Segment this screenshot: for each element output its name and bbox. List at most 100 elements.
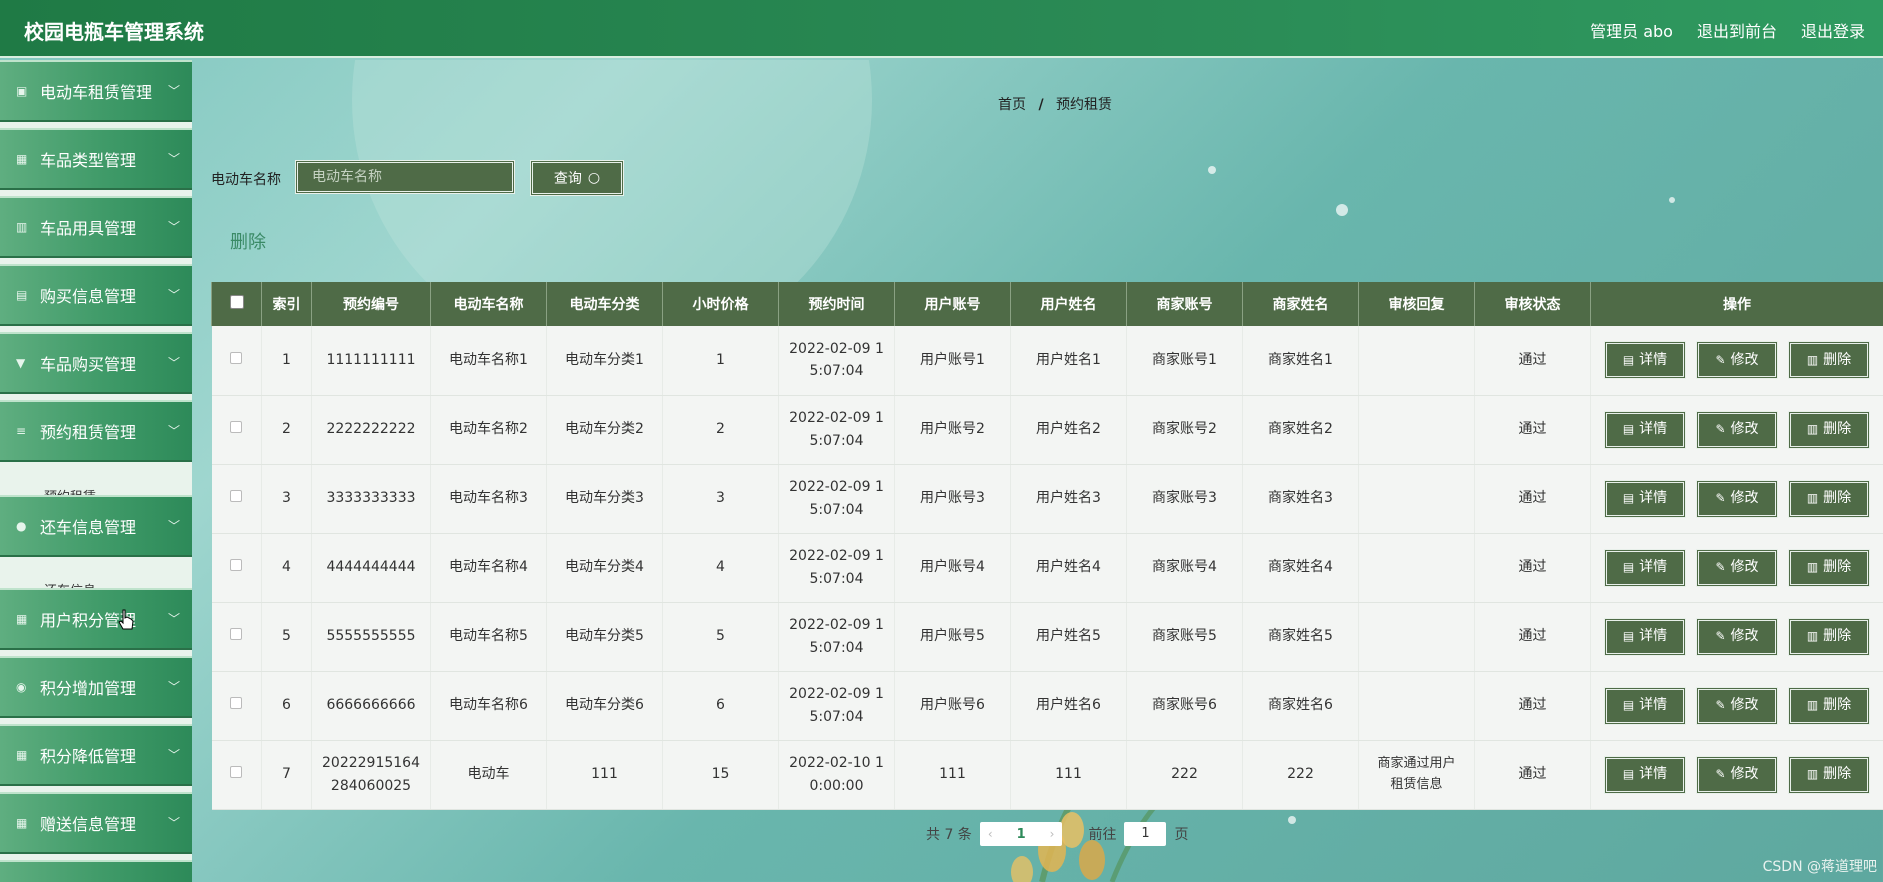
delete-button[interactable]: ▥ 删除 xyxy=(1788,755,1870,794)
row-checkbox[interactable] xyxy=(211,533,262,603)
edit-label: 修改 xyxy=(1730,352,1759,369)
current-page[interactable]: 1 xyxy=(1017,827,1026,842)
select-all-checkbox[interactable] xyxy=(211,282,262,326)
cell-time: 2022-02-09 1 5:07:04 xyxy=(778,602,895,672)
cell-ebike-name: 电动车名称1 xyxy=(430,326,547,396)
chevron-down-icon: ﹀ xyxy=(167,612,180,626)
detail-button[interactable]: ▤ 详情 xyxy=(1604,341,1686,380)
cell-merchant-account: 商家账号2 xyxy=(1126,395,1243,465)
sidebar-item-reservation[interactable]: ≡ 预约租赁管理 ﹀ xyxy=(0,400,192,462)
table-row: 2 2222222222 电动车名称2 电动车分类2 2 2022-02-09 1 5:07… xyxy=(211,395,1883,465)
row-checkbox[interactable] xyxy=(211,602,262,672)
search-input[interactable] xyxy=(295,160,515,194)
detail-button[interactable]: ▤ 详情 xyxy=(1604,755,1686,794)
cell-code: 3333333333 xyxy=(311,464,431,534)
edit-button[interactable]: ✎ 修改 xyxy=(1696,479,1778,518)
row-checkbox[interactable] xyxy=(211,740,262,810)
edit-button[interactable]: ✎ 修改 xyxy=(1696,617,1778,656)
cell-user-account: 用户账号6 xyxy=(894,671,1011,741)
table-row: 5 5555555555 电动车名称5 电动车分类5 5 2022-02-09 1 5:07… xyxy=(211,602,1883,672)
delete-label: 删除 xyxy=(1823,628,1852,645)
cell-time: 2022-02-09 1 5:07:04 xyxy=(778,395,895,465)
edit-button[interactable]: ✎ 修改 xyxy=(1696,341,1778,380)
breadcrumb-home[interactable]: 首页 xyxy=(998,97,1026,113)
cell-price: 1 xyxy=(662,326,779,396)
edit-button[interactable]: ✎ 修改 xyxy=(1696,686,1778,725)
chevron-down-icon: ﹀ xyxy=(167,816,180,830)
row-checkbox[interactable] xyxy=(211,464,262,534)
cell-merchant-name: 商家姓名3 xyxy=(1242,464,1359,534)
detail-button[interactable]: ▤ 详情 xyxy=(1604,410,1686,449)
cell-reply-line1: 商家通过用户 xyxy=(1377,755,1456,771)
list-icon: ≡ xyxy=(16,424,27,438)
sidebar-item-accessories[interactable]: ▥ 车品用具管理 ﹀ xyxy=(0,196,192,258)
row-checkbox[interactable] xyxy=(211,671,262,741)
batch-delete-button[interactable]: 删除 xyxy=(230,228,266,254)
cell-merchant-account: 商家账号5 xyxy=(1126,602,1243,672)
edit-button[interactable]: ✎ 修改 xyxy=(1696,410,1778,449)
cell-user-account: 用户账号3 xyxy=(894,464,1011,534)
edit-button[interactable]: ✎ 修改 xyxy=(1696,548,1778,587)
delete-button[interactable]: ▥ 删除 xyxy=(1788,548,1870,587)
exit-to-front-link[interactable]: 退出到前台 xyxy=(1697,18,1777,42)
cell-ebike-name: 电动车名称5 xyxy=(430,602,547,672)
detail-button[interactable]: ▤ 详情 xyxy=(1604,548,1686,587)
row-checkbox[interactable] xyxy=(211,326,262,396)
chevron-down-icon: ﹀ xyxy=(167,519,180,533)
next-page-icon[interactable]: › xyxy=(1050,827,1055,841)
col-header: 用户账号 xyxy=(894,282,1011,326)
col-header: 商家账号 xyxy=(1126,282,1243,326)
detail-button[interactable]: ▤ 详情 xyxy=(1604,617,1686,656)
chevron-down-icon: ﹀ xyxy=(167,748,180,762)
logout-link[interactable]: 退出登录 xyxy=(1801,18,1865,42)
sidebar-item-return[interactable]: ● 还车信息管理 ﹀ xyxy=(0,495,192,557)
cell-review-status: 通过 xyxy=(1474,326,1591,396)
sidebar-item-user-points[interactable]: ▦ 用户积分管理 ﹀ xyxy=(0,588,192,650)
row-checkbox[interactable] xyxy=(211,395,262,465)
cell-time-line2: 5:07:04 xyxy=(809,432,864,449)
cell-merchant-name: 商家姓名6 xyxy=(1242,671,1359,741)
sidebar-item-ebike-rental[interactable]: ▣ 电动车租赁管理 ﹀ xyxy=(0,60,192,122)
cell-index: 3 xyxy=(261,464,312,534)
document-icon: ▤ xyxy=(1622,490,1635,505)
detail-label: 详情 xyxy=(1639,628,1668,645)
grid-icon: ▦ xyxy=(16,152,28,166)
cell-user-account: 用户账号5 xyxy=(894,602,1011,672)
sidebar-item-more[interactable] xyxy=(0,860,192,882)
document-icon: ▤ xyxy=(1622,421,1635,436)
cell-time-line1: 2022-02-09 1 xyxy=(789,548,884,565)
cell-index: 5 xyxy=(261,602,312,672)
search-button[interactable]: 查询 ○ xyxy=(530,160,624,196)
cell-operations: ▤ 详情 ✎ 修改 ▥ 删除 xyxy=(1590,326,1883,396)
cell-index: 6 xyxy=(261,671,312,741)
page-nav: ‹ 1 › xyxy=(979,822,1063,846)
cell-user-account: 111 xyxy=(894,740,1011,810)
cell-index: 4 xyxy=(261,533,312,603)
prev-page-icon[interactable]: ‹ xyxy=(988,827,993,841)
pencil-icon: ✎ xyxy=(1715,628,1726,643)
detail-button[interactable]: ▤ 详情 xyxy=(1604,479,1686,518)
sidebar-item-points-increase[interactable]: ◉ 积分增加管理 ﹀ xyxy=(0,656,192,718)
delete-button[interactable]: ▥ 删除 xyxy=(1788,341,1870,380)
cell-review-status: 通过 xyxy=(1474,602,1591,672)
delete-button[interactable]: ▥ 删除 xyxy=(1788,686,1870,725)
cell-operations: ▤ 详情 ✎ 修改 ▥ 删除 xyxy=(1590,395,1883,465)
cell-category: 111 xyxy=(546,740,663,810)
grid-icon: ▦ xyxy=(16,748,28,762)
sidebar-item-gift-info[interactable]: ▦ 赠送信息管理 ﹀ xyxy=(0,792,192,854)
cell-user-name: 用户姓名3 xyxy=(1010,464,1127,534)
delete-button[interactable]: ▥ 删除 xyxy=(1788,617,1870,656)
admin-user-label: 管理员 abo xyxy=(1590,22,1673,41)
cell-operations: ▤ 详情 ✎ 修改 ▥ 删除 xyxy=(1590,602,1883,672)
cell-time-line2: 5:07:04 xyxy=(809,570,864,587)
edit-button[interactable]: ✎ 修改 xyxy=(1696,755,1778,794)
cell-merchant-name: 222 xyxy=(1242,740,1359,810)
sidebar-item-product-type[interactable]: ▦ 车品类型管理 ﹀ xyxy=(0,128,192,190)
goto-page-input[interactable]: 1 xyxy=(1124,822,1167,846)
sidebar-item-product-purchase[interactable]: ▼ 车品购买管理 ﹀ xyxy=(0,332,192,394)
detail-button[interactable]: ▤ 详情 xyxy=(1604,686,1686,725)
delete-button[interactable]: ▥ 删除 xyxy=(1788,479,1870,518)
sidebar-item-purchase-info[interactable]: ▤ 购买信息管理 ﹀ xyxy=(0,264,192,326)
sidebar-item-points-decrease[interactable]: ▦ 积分降低管理 ﹀ xyxy=(0,724,192,786)
delete-button[interactable]: ▥ 删除 xyxy=(1788,410,1870,449)
